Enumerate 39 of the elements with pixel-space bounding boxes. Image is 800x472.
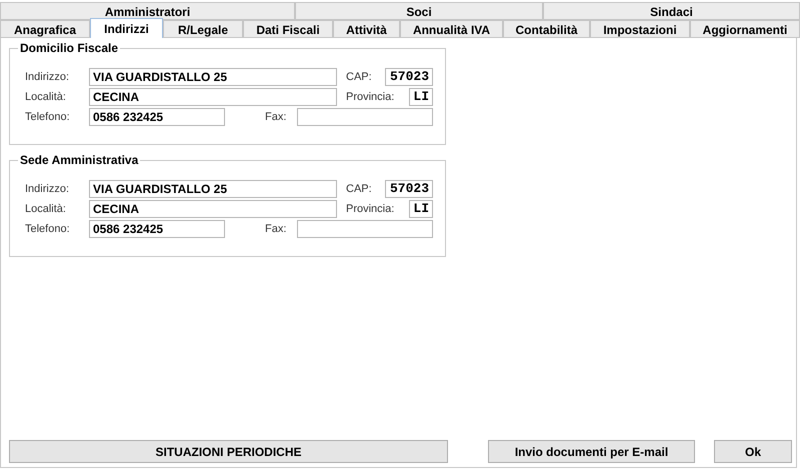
input-field[interactable]: 57023 xyxy=(385,68,433,86)
tab[interactable]: Soci xyxy=(295,2,543,20)
field-label: Località: xyxy=(25,202,67,217)
tab[interactable]: Contabilità xyxy=(503,20,590,38)
input-field[interactable] xyxy=(297,220,433,238)
field-label: Telefono: xyxy=(25,222,71,237)
field-label: Fax: xyxy=(265,222,288,237)
situazioni-button[interactable]: SITUAZIONI PERIODICHE xyxy=(9,440,448,463)
input-field[interactable]: LI xyxy=(409,200,433,218)
field-label: Provincia: xyxy=(346,202,396,217)
tab[interactable]: Impostazioni xyxy=(590,20,690,38)
tab[interactable]: Aggiornamenti xyxy=(690,20,800,38)
tab[interactable]: R/Legale xyxy=(163,20,243,38)
input-field[interactable]: LI xyxy=(409,88,433,106)
input-field[interactable]: 0586 232425 xyxy=(89,220,225,238)
field-label: Indirizzo: xyxy=(25,182,70,197)
tab[interactable]: Attività xyxy=(333,20,400,38)
field-label: Telefono: xyxy=(25,110,71,125)
input-field[interactable] xyxy=(297,108,433,126)
email-button[interactable]: Invio documenti per E-mail xyxy=(488,440,695,463)
input-field[interactable]: VIA GUARDISTALLO 25 xyxy=(89,68,337,86)
input-field[interactable]: 57023 xyxy=(385,180,433,198)
tab[interactable]: Sindaci xyxy=(543,2,800,20)
field-label: Provincia: xyxy=(346,90,396,105)
tab[interactable]: Anagrafica xyxy=(0,20,90,38)
tab[interactable]: Amministratori xyxy=(0,2,295,20)
tab[interactable]: Dati Fiscali xyxy=(243,20,333,38)
input-field[interactable]: 0586 232425 xyxy=(89,108,225,126)
input-field[interactable]: CECINA xyxy=(89,200,337,218)
input-field[interactable]: VIA GUARDISTALLO 25 xyxy=(89,180,337,198)
field-label: Indirizzo: xyxy=(25,70,70,85)
field-label: CAP: xyxy=(346,182,373,197)
tab[interactable]: Indirizzi xyxy=(90,18,163,38)
ok-button[interactable]: Ok xyxy=(714,440,792,463)
input-field[interactable]: CECINA xyxy=(89,88,337,106)
field-label: Fax: xyxy=(265,110,288,125)
field-label: Località: xyxy=(25,90,67,105)
tab[interactable]: Annualità IVA xyxy=(400,20,503,38)
field-label: CAP: xyxy=(346,70,373,85)
